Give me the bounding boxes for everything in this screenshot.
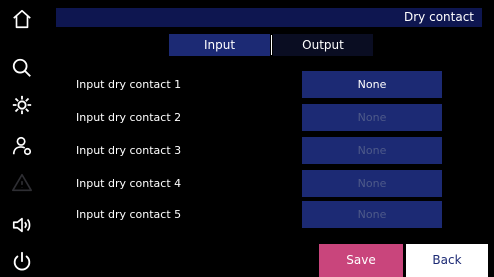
save-button[interactable]: Save	[319, 244, 403, 277]
sidebar	[0, 0, 56, 277]
gear-icon[interactable]	[10, 93, 34, 117]
speaker-icon[interactable]	[10, 213, 34, 237]
page-title: Dry contact	[404, 10, 474, 24]
tab-input[interactable]: Input	[169, 34, 270, 56]
dry-contact-screen: Dry contact Input Output Input dry conta…	[0, 0, 494, 277]
row-label-3: Input dry contact 3	[76, 144, 182, 157]
title-bar: Dry contact	[56, 8, 482, 27]
home-icon[interactable]	[10, 7, 34, 31]
search-icon[interactable]	[10, 56, 34, 80]
row-value-1[interactable]: None	[302, 71, 442, 98]
row-value-5: None	[302, 201, 442, 228]
back-button[interactable]: Back	[406, 244, 488, 277]
power-icon[interactable]	[10, 250, 34, 274]
row-value-2: None	[302, 104, 442, 131]
tab-output[interactable]: Output	[273, 34, 373, 56]
row-value-3: None	[302, 137, 442, 164]
tab-divider	[271, 35, 272, 55]
row-value-4: None	[302, 170, 442, 197]
tab-group: Input Output	[169, 34, 373, 56]
warning-icon	[10, 171, 34, 195]
row-label-5: Input dry contact 5	[76, 208, 182, 221]
row-label-1: Input dry contact 1	[76, 78, 182, 91]
row-label-4: Input dry contact 4	[76, 177, 182, 190]
row-label-2: Input dry contact 2	[76, 111, 182, 124]
user-settings-icon[interactable]	[10, 134, 34, 158]
